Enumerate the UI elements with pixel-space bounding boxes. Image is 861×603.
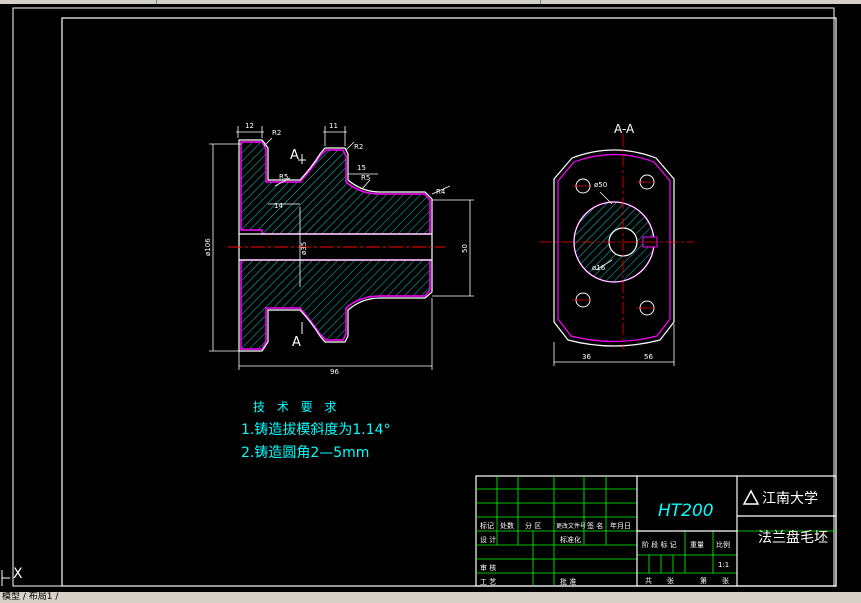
tb-label-standard: 标准化: [560, 535, 581, 544]
school-logo-icon: [742, 489, 760, 505]
cad-drawing-canvas[interactable]: A A 12 R2 11 R2 15 R5 R5 14 R4 96 ø106 ø…: [0, 4, 861, 592]
dim-side-left: 36: [582, 353, 591, 361]
tb-label-scale: 比例: [716, 540, 730, 549]
tech-req-item-2: 2.铸造圆角2—5mm: [241, 445, 369, 461]
layout-tabs-bar[interactable]: 模型 / 布局1 /: [0, 592, 861, 603]
tb-sheet-unit-2: 张: [722, 576, 729, 585]
dim-radius-top-left: R2: [272, 129, 281, 137]
ucs-icon: [1, 570, 10, 586]
section-title-a-a: A-A: [614, 122, 635, 136]
tb-header-mark: 标记: [480, 521, 494, 530]
dim-hub-diameter: ø50: [594, 181, 607, 189]
tb-sheet-index: 第: [700, 576, 707, 585]
dim-right-diameter: 50: [461, 244, 469, 253]
dim-side-right: 56: [644, 353, 653, 361]
tb-label-process: 工 艺: [480, 578, 496, 586]
tb-scale-value: 1:1: [718, 561, 729, 569]
tb-header-change-doc: 更改文件号: [556, 522, 586, 530]
dim-bore-16: ø16: [592, 264, 606, 272]
cut-mark-bottom: A: [292, 335, 301, 350]
tb-label-design: 设 计: [480, 535, 496, 544]
ucs-x-axis-label: X: [13, 566, 23, 582]
tb-sheet-unit-1: 张: [667, 576, 674, 585]
dim-radius-r5: R5: [279, 173, 288, 181]
tb-header-count: 处数: [500, 521, 514, 530]
dim-large-diameter: ø106: [204, 238, 212, 256]
tb-header-zone: 分 区: [525, 521, 541, 530]
dim-radius-top-mid: R2: [354, 143, 363, 151]
dim-width-top-left: 12: [245, 122, 254, 130]
tech-req-item-1: 1.铸造拔模斜度为1.14°: [241, 422, 391, 438]
dim-width-top-mid: 11: [329, 122, 338, 130]
cut-mark-top: A: [290, 148, 299, 163]
part-name: 法兰盘毛坯: [758, 529, 828, 546]
title-block[interactable]: HT200 江南大学 法兰盘毛坯 标记 处数 分 区 更改文件号 签 名 年月日…: [475, 475, 837, 587]
school-name: 江南大学: [762, 491, 818, 507]
dim-radius-r5b: R5: [361, 174, 370, 182]
section-lower-hatch: [240, 259, 431, 350]
tb-header-date: 年月日: [610, 521, 631, 530]
dim-radius-r4: R4: [436, 188, 446, 196]
technical-requirements: 技 术 要 求 1.铸造拔模斜度为1.14° 2.铸造圆角2—5mm: [241, 400, 391, 461]
tb-label-weight: 重量: [690, 541, 704, 549]
tb-sheet-total: 共: [645, 576, 652, 585]
tech-req-title: 技 术 要 求: [253, 400, 340, 414]
tb-label-review: 审 核: [480, 563, 496, 572]
side-section-view[interactable]: A-A ø50 ø16 36 56: [540, 122, 694, 366]
sheet-outer-border: [12, 7, 835, 587]
section-upper-hatch: [240, 141, 431, 235]
material-code: HT200: [658, 501, 714, 521]
front-section-view[interactable]: A A 12 R2 11 R2 15 R5 R5 14 R4 96 ø106 ø…: [204, 122, 474, 376]
dim-length-15: 15: [357, 164, 366, 172]
tb-label-approve: 批 准: [560, 577, 576, 586]
sheet-inner-frame: [61, 17, 837, 587]
tb-header-sign: 签 名: [587, 521, 603, 530]
dim-bore-diameter: ø35: [300, 242, 308, 255]
dim-length-14: 14: [274, 202, 283, 210]
layout-tabs-text[interactable]: 模型 / 布局1 /: [0, 592, 58, 602]
tb-label-stage: 阶 段 标 记: [642, 540, 677, 549]
dim-total-length: 96: [330, 368, 339, 376]
